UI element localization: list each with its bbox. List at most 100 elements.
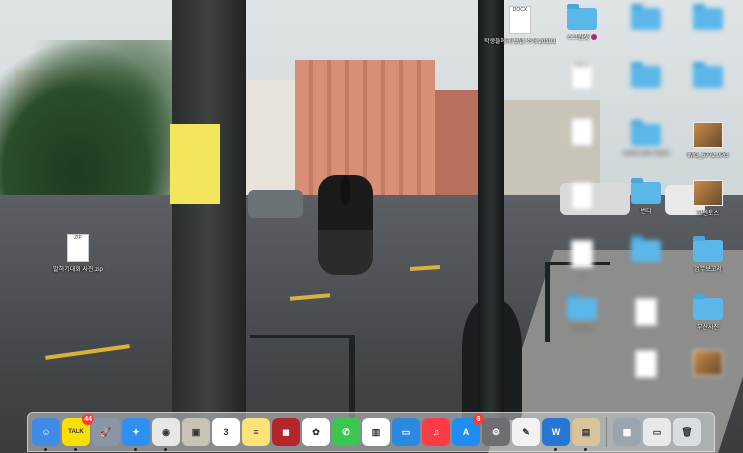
tag-dot-icon [591,34,598,41]
documents-stack-icon[interactable]: ▭ [643,418,671,446]
wallpaper-motorcycle-rider [318,175,373,275]
launchpad-glyph: 🚀 [100,426,112,437]
desktop-icon-label: IMG_5772.JPG [687,153,729,159]
downloads-stack-icon[interactable]: ▦ [613,418,641,446]
folder-icon [567,4,597,30]
wallpaper-building [435,90,480,195]
preview-glyph: ▤ [581,426,591,437]
wallpaper-railing [250,335,355,420]
wallpaper-car [248,190,303,218]
running-indicator [134,448,137,451]
image-capture-glyph: ▣ [191,426,201,437]
desktop-icon-label: 스크린샷 [546,34,618,42]
photo-booth-icon[interactable]: ◼ [272,418,300,446]
calendar-icon[interactable]: 3 [212,418,240,446]
safari-icon[interactable]: ✦ [122,418,150,451]
document-icon [635,298,657,326]
running-indicator [44,448,47,451]
wallpaper-building [245,80,295,195]
desktop-icon-folder[interactable] [672,4,743,34]
textedit-glyph: ✎ [522,426,530,437]
desktop-icon-image[interactable] [672,350,743,380]
hancom-word-glyph: W [551,427,561,437]
numbers-glyph: ▥ [371,426,381,437]
safari-glyph: ✦ [132,426,140,437]
downloads-stack-glyph: ▦ [622,426,632,437]
chrome-icon[interactable]: ◉ [152,418,180,451]
music-glyph: ♫ [432,427,440,437]
hancom-word-icon[interactable]: W [542,418,570,451]
desktop-icon-image[interactable]: 모멘토스 [672,180,743,218]
photos-icon[interactable]: ✿ [302,418,330,446]
running-indicator [584,448,587,451]
desktop-icon-label: 업무보고서 [694,267,722,273]
document-icon [635,350,657,378]
dock: ☺ TALK 44 🚀 ✦ ◉ ▣ 3 ≡ ◼ ✿ ✆ ▥ ▭ ♫ A 6 ⚙ ✎ W ▤ ▦ ▭ 🗑 [27,412,715,452]
folder-icon [631,178,661,204]
zip-file-icon: ZIP [67,234,89,262]
notes-glyph: ≡ [253,427,259,437]
folder-icon [693,294,723,320]
chrome-glyph: ◉ [162,426,170,437]
document-icon [571,118,593,146]
notes-icon[interactable]: ≡ [242,418,270,446]
system-preferences-icon[interactable]: ⚙ [482,418,510,446]
numbers-icon[interactable]: ▥ [362,418,390,446]
wallpaper-lamppost [478,0,504,420]
finder-glyph: ☺ [41,427,51,437]
facetime-icon[interactable]: ✆ [332,418,360,446]
image-thumbnail-icon [693,122,723,148]
photo-booth-glyph: ◼ [282,426,290,437]
desktop-icon-label: 보도자료 [570,325,594,331]
desktop-icon-doc[interactable] [546,118,618,150]
photos-glyph: ✿ [312,426,320,437]
desktop-icon-label: 3 [580,273,584,279]
wallpaper-building [295,60,435,195]
keynote-icon[interactable]: ▭ [392,418,420,446]
trash-icon[interactable]: 🗑 [673,418,701,446]
finder-icon[interactable]: ☺ [32,418,60,451]
trash-glyph: 🗑 [681,426,693,437]
document-icon: DOCX [571,62,593,90]
running-indicator [164,448,167,451]
folder-icon [631,236,661,262]
launchpad-icon[interactable]: 🚀 [92,418,120,446]
desktop-icon-doc[interactable]: DOCX [546,62,618,94]
folder-icon [631,4,661,30]
dock-separator [606,417,607,447]
image-capture-icon[interactable]: ▣ [182,418,210,446]
desktop-icon-label: 부산사진 [696,325,720,331]
documents-stack-glyph: ▭ [652,426,662,437]
system-preferences-glyph: ⚙ [491,426,501,437]
desktop-icon-folder[interactable] [672,62,743,92]
folder-icon [631,120,661,146]
kakaotalk-icon[interactable]: TALK 44 [62,414,94,451]
desktop-icon-folder[interactable]: 부산사진 [672,294,743,332]
image-thumbnail-icon [693,180,723,206]
music-icon[interactable]: ♫ [422,418,450,446]
running-indicator [554,448,557,451]
document-icon [571,182,593,210]
desktop-icon-folder[interactable]: 스크린샷 [546,4,618,42]
desktop-icon-doc[interactable]: 3 [546,240,618,280]
running-indicator [74,448,77,451]
desktop-icon-doc[interactable] [546,182,618,214]
desktop-icon-zip[interactable]: ZIP 말하기대회 사진.zip [42,234,114,274]
folder-icon [631,62,661,88]
app-store-icon[interactable]: A6 [452,414,484,446]
desktop-icon-image[interactable]: IMG_5772.JPG [672,122,743,160]
folder-icon [693,4,723,30]
folder-icon [693,62,723,88]
wallpaper-poster [170,124,220,204]
preview-icon[interactable]: ▤ [572,418,600,451]
wallpaper-pole [172,0,246,420]
folder-icon [567,294,597,320]
facetime-glyph: ✆ [342,426,350,437]
desktop-icon-folder[interactable]: 보도자료 [546,294,618,332]
keynote-glyph: ▭ [401,426,411,437]
desktop-icon-label: 모멘토스 [696,211,720,217]
app-store-glyph: A [462,427,470,437]
desktop-icon-folder[interactable]: 업무보고서 [672,236,743,274]
document-icon [571,240,593,268]
textedit-icon[interactable]: ✎ [512,418,540,446]
